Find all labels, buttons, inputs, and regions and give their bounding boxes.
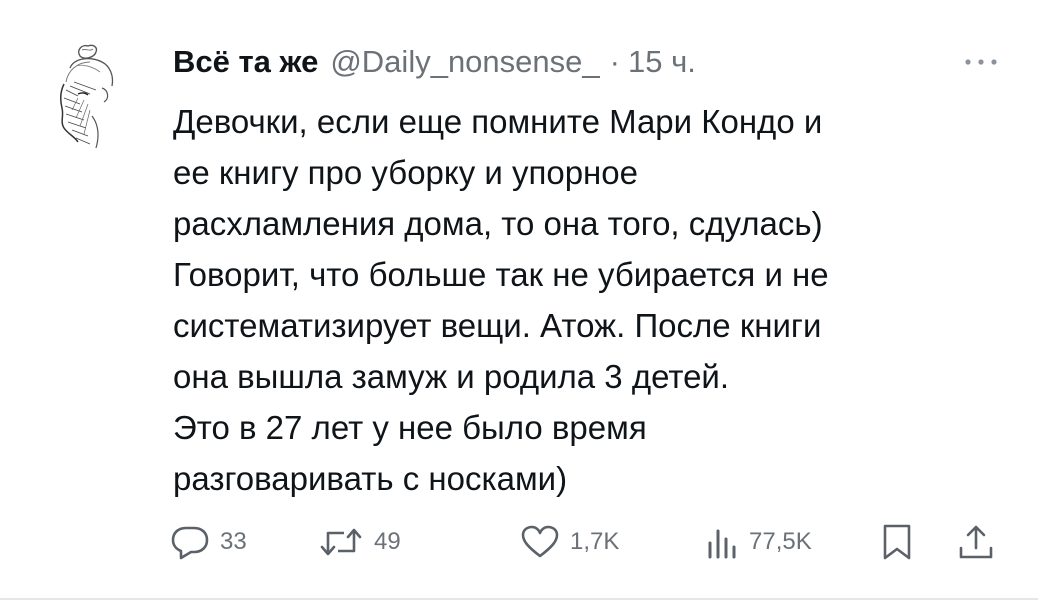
views-button[interactable]: 77,5K — [705, 518, 812, 566]
avatar[interactable] — [30, 38, 148, 156]
retweet-count: 49 — [374, 528, 401, 555]
views-count: 77,5K — [749, 528, 812, 555]
views-bars-icon — [705, 523, 739, 561]
reply-count: 33 — [220, 528, 247, 555]
user-handle[interactable]: @Daily_nonsense_ — [330, 40, 599, 84]
tweet-actions-bar: 33 49 1,7K 77,5K — [170, 518, 1010, 566]
tweet-card[interactable]: Всё та же @Daily_nonsense_ · 15 ч. Девоч… — [0, 0, 1038, 600]
header-separator: · — [609, 44, 620, 79]
display-name[interactable]: Всё та же — [173, 40, 318, 84]
reply-button[interactable]: 33 — [170, 518, 247, 566]
share-button[interactable] — [956, 518, 996, 566]
retweet-arrows-icon — [318, 523, 364, 561]
tweet-text-line: Это в 27 лет у нее было время — [173, 409, 647, 446]
tweet-text-line: Девочки, если еще помните Мари Кондо и — [173, 103, 823, 140]
tweet-text-line: систематизирует вещи. Атож. После книги — [173, 307, 822, 344]
tweet-text-line: Говорит, что больше так не убирается и н… — [173, 256, 829, 293]
more-dots-icon[interactable] — [958, 48, 1004, 76]
tweet-timestamp[interactable]: 15 ч. — [628, 40, 696, 84]
tweet-text-line: разговаривать с носками) — [173, 460, 568, 497]
tweet-header: Всё та же @Daily_nonsense_ · 15 ч. — [173, 40, 696, 84]
like-count: 1,7K — [570, 528, 620, 555]
tweet-text-line: расхламления дома, то она того, сдулась) — [173, 205, 823, 242]
tweet-text-line: она вышла замуж и родила 3 детей. — [173, 358, 730, 395]
reply-bubble-icon — [170, 523, 210, 561]
retweet-button[interactable]: 49 — [318, 518, 401, 566]
bookmark-icon — [880, 522, 914, 562]
tweet-text: Девочки, если еще помните Мари Кондо и е… — [173, 96, 1013, 504]
sketch-portrait-icon — [31, 39, 147, 155]
bookmark-button[interactable] — [880, 518, 914, 566]
heart-icon — [520, 523, 560, 561]
share-icon — [956, 522, 996, 562]
like-button[interactable]: 1,7K — [520, 518, 619, 566]
tweet-text-line: ее книгу про уборку и упорное — [173, 154, 638, 191]
